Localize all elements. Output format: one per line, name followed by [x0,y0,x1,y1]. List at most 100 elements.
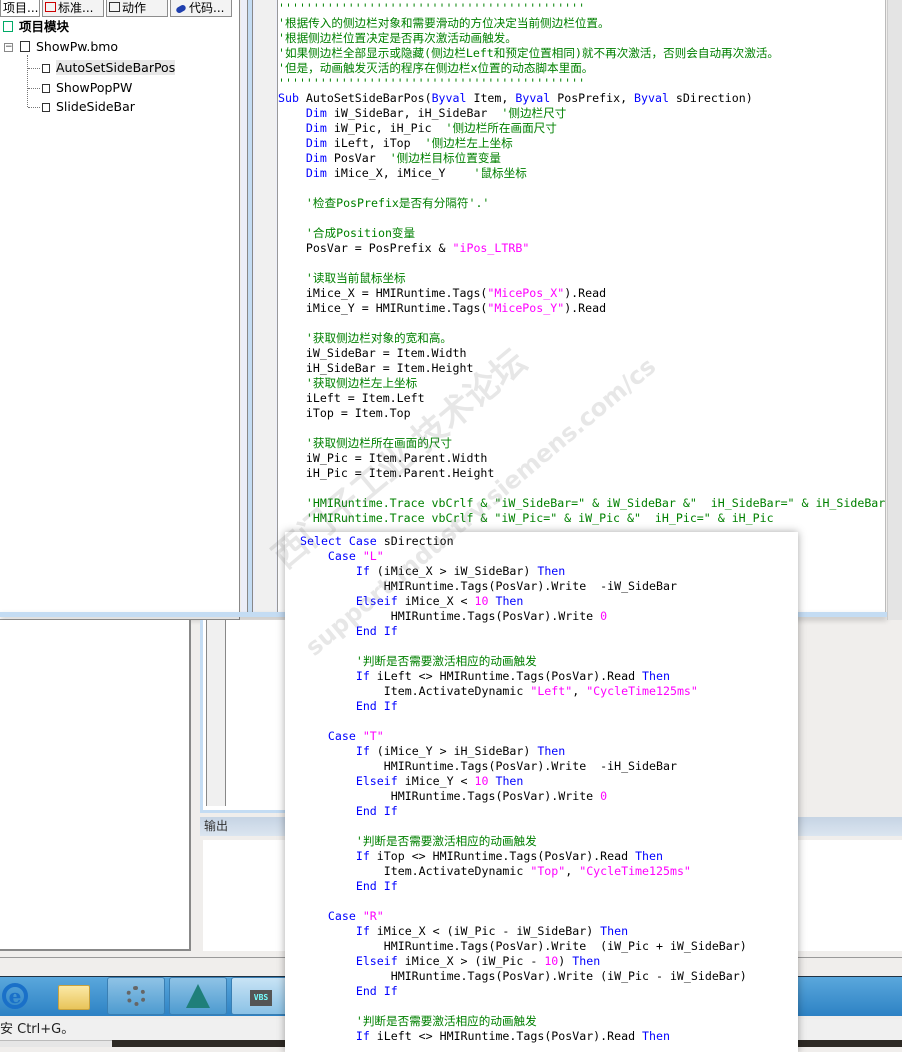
code-text: iLeft <> HMIRuntime.Tags(PosVar).Read [369,1029,643,1043]
tree-item-slidesidebar[interactable]: SlideSideBar [42,98,135,116]
code-text: (iMice_Y > iH_SideBar) [369,744,538,758]
code-keyword: Dim [305,106,327,120]
code-keyword: End If [355,984,398,998]
code-comment: '判断是否需要激活相应的动画触发 [355,654,537,668]
splitter[interactable] [241,0,278,614]
tree-root-label: 项目模块 [19,19,70,34]
code-text: iTop <> HMIRuntime.Tags(PosVar).Read [369,849,636,863]
code-text: iW_SideBar = Item.Width [278,346,467,360]
code-line: Case "L" [300,549,747,564]
internet-explorer-icon[interactable]: e [2,983,28,1009]
code-line: '检查PosPrefix是否有分隔符'.' [278,196,885,211]
code-keyword: If [355,849,370,863]
code-line: HMIRuntime.Tags(PosVar).Write 0 [300,789,747,804]
code-text: iLeft <> HMIRuntime.Tags(PosVar).Read [369,669,643,683]
code-string: "CycleTime125ms" [586,684,698,698]
code-text: PosPrefix, [550,91,635,105]
tab-action[interactable]: 动作 [106,0,168,17]
code-keyword: If [355,564,370,578]
code-comment: '检查PosPrefix是否有分隔符'.' [305,196,490,210]
code-line: iW_Pic = Item.Parent.Width [278,451,885,466]
code-comment: '如果侧边栏全部显示或隐藏(侧边栏Left和预定位置相同)就不再次激活，否则会自… [278,46,780,60]
code-line: iMice_Y = HMIRuntime.Tags("MicePos_Y").R… [278,301,885,316]
code-text: iMice_Y < [397,774,475,788]
wincc-runtime-button[interactable] [107,977,165,1015]
standard-icon [45,2,56,12]
code-keyword: Byval [634,91,669,105]
code-comment: 'HMIRuntime.Trace vbCrlf & "iW_SideBar="… [305,496,886,510]
tree-file[interactable]: ShowPw.bmo [20,38,118,56]
wincc-designer-button[interactable] [169,977,227,1015]
code-line: iH_Pic = Item.Parent.Height [278,466,885,481]
code-text: iW_SideBar, iH_SideBar [326,106,502,120]
tree-item-autosetsidebarpos[interactable]: AutoSetSideBarPos [42,59,177,77]
code-line: Elseif iMice_Y < 10 Then [300,774,747,789]
code-editor[interactable]: ''''''''''''''''''''''''''''''''''''''''… [278,0,886,614]
code-line: '根据侧边栏位置决定是否再次激活动画触发。 [278,31,885,46]
code-line: Dim iW_SideBar, iH_SideBar '侧边栏尺寸 [278,106,885,121]
tree-root[interactable]: 项目模块 [3,18,69,36]
code-comment: '获取侧边栏所在画面的尺寸 [305,436,453,450]
code-line: iW_SideBar = Item.Width [278,346,885,361]
code-text: , [572,684,587,698]
code-line: PosVar = PosPrefix & "iPos_LTRB" [278,241,885,256]
code-string: "Left" [530,684,573,698]
collapse-icon[interactable]: − [4,43,13,52]
code-icon [175,3,187,15]
code-line: '判断是否需要激活相应的动画触发 [300,834,747,849]
code-comment: 'HMIRuntime.Trace vbCrlf & "iW_Pic=" & i… [305,511,774,525]
code-text: iTop = Item.Top [278,406,411,420]
tab-code[interactable]: 代码... [170,0,232,17]
code-line: iTop = Item.Top [278,406,885,421]
code-line: If (iMice_Y > iH_SideBar) Then [300,744,747,759]
code-text: iMice_X, iMice_Y [326,166,474,180]
code-keyword: Dim [305,136,327,150]
tree-line [27,55,28,107]
code-comment: '判断是否需要激活相应的动画触发 [355,834,537,848]
code-text: sDirection) [668,91,753,105]
tab-project[interactable]: 项目... [0,0,40,17]
code-comment: '读取当前鼠标坐标 [305,271,406,285]
code-comment: '侧边栏所在画面尺寸 [445,121,557,135]
popup-code: Select Case sDirection Case "L" If (iMic… [300,534,747,1044]
tab-standard[interactable]: 标准... [42,0,104,17]
procedure-icon [42,103,50,112]
code-keyword: Then [495,594,524,608]
code-keyword: Elseif [355,954,398,968]
code-text: Item.ActivateDynamic [300,864,531,878]
code-line: '判断是否需要激活相应的动画触发 [300,1014,747,1029]
popup-code-window[interactable]: Select Case sDirection Case "L" If (iMic… [285,532,798,1052]
code-keyword: Then [642,669,670,683]
code-line: If (iMice_X > iW_SideBar) Then [300,564,747,579]
tree-item-label: SlideSideBar [56,99,135,114]
code-text: HMIRuntime.Tags(PosVar).Write -iH_SideBa… [300,759,677,773]
file-explorer-icon[interactable] [58,985,90,1010]
code-line: If iMice_X < (iW_Pic - iW_SideBar) Then [300,924,747,939]
code-line: '读取当前鼠标坐标 [278,271,885,286]
code-comment: ''''''''''''''''''''''''''''''''''''''''… [278,1,586,15]
code-comment: '获取侧边栏左上坐标 [305,376,418,390]
code-line: '获取侧边栏所在画面的尺寸 [278,436,885,451]
code-keyword: Sub [278,91,299,105]
tab-code-label: 代码... [189,1,225,15]
code-line: '判断是否需要激活相应的动画触发 [300,654,747,669]
vbs-editor-button[interactable]: VBS [231,977,289,1015]
tree-item-showpoppw[interactable]: ShowPopPW [42,79,132,97]
code-comment: '但是，动画触发灭活的程序在侧边栏x位置的动态脚本里面。 [278,61,594,75]
